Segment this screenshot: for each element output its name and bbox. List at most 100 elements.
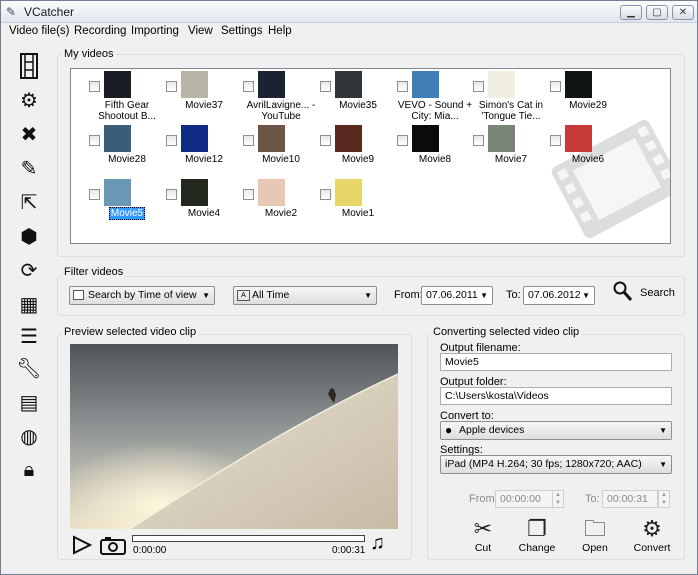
- video-item[interactable]: AvrilLavigne... - YouTube: [243, 71, 319, 122]
- video-item[interactable]: Movie9: [320, 125, 396, 175]
- from-date-picker[interactable]: 07.06.2011 ▼: [421, 286, 493, 305]
- video-checkbox[interactable]: [89, 81, 100, 92]
- video-thumbnail[interactable]: [258, 179, 285, 206]
- video-thumbnail[interactable]: [412, 71, 439, 98]
- calendar-icon[interactable]: ▦: [16, 291, 42, 317]
- lock-icon[interactable]: 🔒︎: [16, 457, 42, 483]
- video-thumbnail[interactable]: [104, 179, 131, 206]
- video-checkbox[interactable]: [320, 189, 331, 200]
- menu-help[interactable]: Help: [268, 25, 292, 37]
- to-date-picker[interactable]: 07.06.2012 ▼: [523, 286, 595, 305]
- time-range-dropdown[interactable]: A All Time ▼: [233, 286, 377, 305]
- clip-to-field[interactable]: 00:00:31: [602, 490, 658, 508]
- video-thumbnail[interactable]: [565, 71, 592, 98]
- menu-importing[interactable]: Importing: [131, 25, 179, 37]
- video-thumbnail[interactable]: [335, 71, 362, 98]
- open-button[interactable]: 🗀 Open: [572, 516, 618, 558]
- video-item[interactable]: Movie12: [166, 125, 242, 175]
- video-item[interactable]: Movie6: [550, 125, 626, 175]
- wrench-icon[interactable]: 🔧︎: [16, 355, 42, 381]
- maximize-button[interactable]: ▢: [646, 5, 668, 20]
- play-button[interactable]: [71, 535, 93, 555]
- output-folder-field[interactable]: C:\Users\kosta\Videos: [440, 387, 672, 405]
- video-item[interactable]: Movie8: [397, 125, 473, 175]
- video-checkbox[interactable]: [166, 189, 177, 200]
- video-checkbox[interactable]: [473, 81, 484, 92]
- clip-to-spinner[interactable]: ▲ ▼: [658, 490, 670, 508]
- video-thumbnail[interactable]: [258, 125, 285, 152]
- delete-icon[interactable]: ✖: [16, 121, 42, 147]
- video-item[interactable]: Movie35: [320, 71, 396, 121]
- menu-settings[interactable]: Settings: [221, 25, 263, 37]
- video-item[interactable]: Movie1: [320, 179, 396, 229]
- film-icon[interactable]: [16, 53, 42, 79]
- menu-recording[interactable]: Recording: [74, 25, 126, 37]
- video-checkbox[interactable]: [397, 81, 408, 92]
- video-thumbnail[interactable]: [335, 179, 362, 206]
- video-preview[interactable]: [70, 344, 398, 529]
- search-button[interactable]: Search: [613, 281, 675, 305]
- audio-settings-button[interactable]: ♫: [370, 531, 396, 555]
- video-checkbox[interactable]: [320, 135, 331, 146]
- globe-icon[interactable]: ◍: [16, 423, 42, 449]
- video-checkbox[interactable]: [166, 81, 177, 92]
- video-thumbnail[interactable]: [258, 71, 285, 98]
- video-checkbox[interactable]: [550, 81, 561, 92]
- video-thumbnail[interactable]: [181, 71, 208, 98]
- video-checkbox[interactable]: [550, 135, 561, 146]
- media-icon[interactable]: ▤: [16, 389, 42, 415]
- video-thumbnail[interactable]: [181, 179, 208, 206]
- package-icon[interactable]: ⬢: [16, 223, 42, 249]
- video-list[interactable]: Fifth Gear Shootout B... Movie37 AvrilLavi…: [70, 68, 671, 244]
- video-thumbnail[interactable]: [565, 125, 592, 152]
- video-checkbox[interactable]: [397, 135, 408, 146]
- video-item[interactable]: Movie4: [166, 179, 242, 229]
- snapshot-button[interactable]: [100, 535, 126, 555]
- gear-icon[interactable]: ⚙: [16, 87, 42, 113]
- video-thumbnail[interactable]: [412, 125, 439, 152]
- video-thumbnail[interactable]: [181, 125, 208, 152]
- video-item[interactable]: Movie29: [550, 71, 626, 121]
- video-checkbox[interactable]: [243, 81, 254, 92]
- menu-video-files[interactable]: Video file(s): [9, 25, 70, 37]
- change-button[interactable]: ❐ Change: [514, 516, 560, 558]
- video-item[interactable]: Fifth Gear Shootout B...: [89, 71, 165, 122]
- video-item[interactable]: Simon's Cat in 'Tongue Tie...: [473, 71, 549, 122]
- video-checkbox[interactable]: [473, 135, 484, 146]
- close-button[interactable]: ✕: [672, 5, 694, 20]
- video-item[interactable]: Movie28: [89, 125, 165, 175]
- video-thumbnail[interactable]: [488, 71, 515, 98]
- video-checkbox[interactable]: [166, 135, 177, 146]
- settings-dropdown[interactable]: iPad (MP4 H.264; 30 fps; 1280x720; AAC) …: [440, 455, 672, 474]
- minimize-button[interactable]: ▁: [620, 5, 642, 20]
- video-item[interactable]: Movie7: [473, 125, 549, 175]
- search-by-dropdown[interactable]: Search by Time of view ▼: [69, 286, 215, 305]
- import-icon[interactable]: ⇱: [16, 189, 42, 215]
- convert-button[interactable]: ⚙ Convert: [629, 516, 675, 558]
- video-thumbnail[interactable]: [335, 125, 362, 152]
- video-thumbnail[interactable]: [104, 125, 131, 152]
- video-checkbox[interactable]: [243, 135, 254, 146]
- video-thumbnail[interactable]: [488, 125, 515, 152]
- seek-bar[interactable]: [132, 535, 365, 542]
- pencil-icon[interactable]: ✎: [16, 155, 42, 181]
- output-filename-field[interactable]: Movie5: [440, 353, 672, 371]
- cut-button[interactable]: ✂ Cut: [460, 516, 506, 558]
- video-item[interactable]: Movie10: [243, 125, 319, 175]
- convert-to-dropdown[interactable]: ● Apple devices ▼: [440, 421, 672, 440]
- clip-from-field[interactable]: 00:00:00: [495, 490, 553, 508]
- menu-view[interactable]: View: [188, 25, 213, 37]
- video-checkbox[interactable]: [89, 135, 100, 146]
- video-checkbox[interactable]: [320, 81, 331, 92]
- video-item[interactable]: Movie37: [166, 71, 242, 121]
- video-item[interactable]: Movie2: [243, 179, 319, 229]
- checklist-icon[interactable]: ☰: [16, 323, 42, 349]
- video-item[interactable]: VEVO - Sound + City: Mia...: [397, 71, 473, 122]
- clip-from-spinner[interactable]: ▲ ▼: [552, 490, 564, 508]
- convert-icon[interactable]: ⟳: [16, 257, 42, 283]
- video-checkbox[interactable]: [89, 189, 100, 200]
- video-checkbox[interactable]: [243, 189, 254, 200]
- video-item[interactable]: Movie5: [89, 179, 165, 229]
- video-thumbnail[interactable]: [104, 71, 131, 98]
- to-date-value: 07.06.2012: [528, 289, 581, 301]
